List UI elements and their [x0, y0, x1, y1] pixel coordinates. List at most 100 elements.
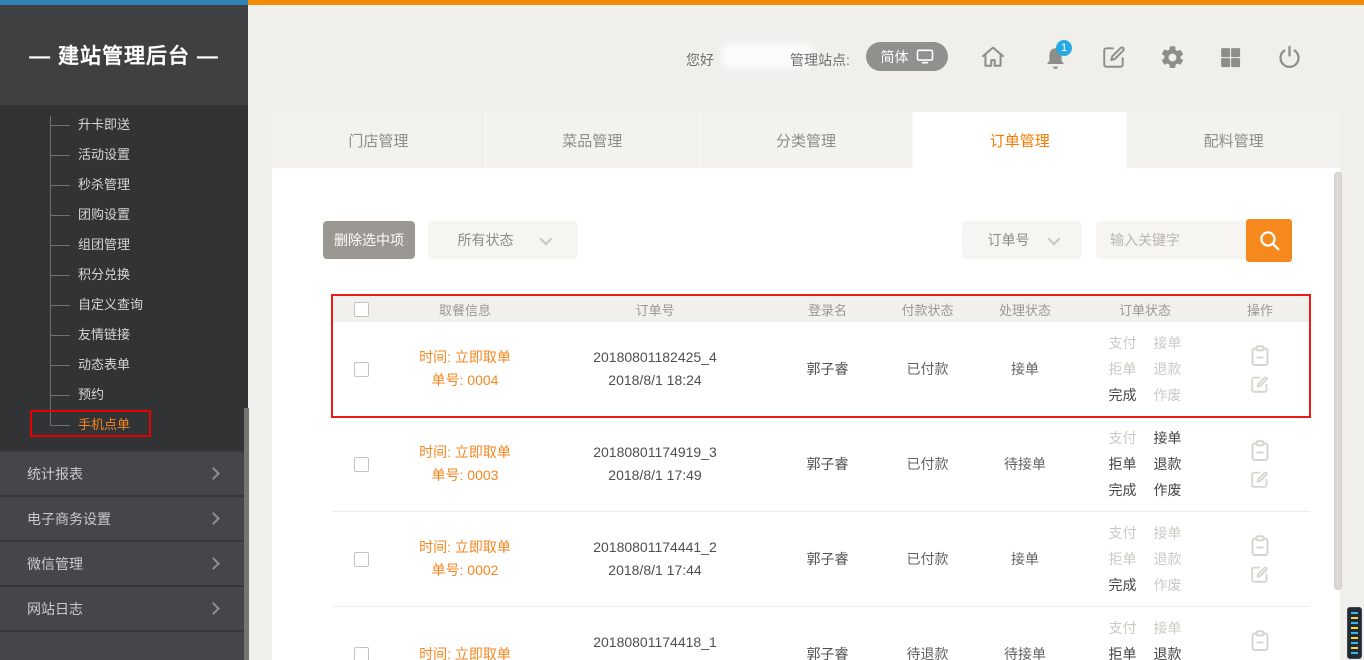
row-checkbox-cell: [332, 362, 390, 377]
language-pill[interactable]: 简体: [866, 42, 948, 71]
order-row-1: 时间: 立即取单单号: 000320180801174919_32018/8/1…: [332, 417, 1310, 512]
order-state-link-2: 拒单: [1109, 359, 1137, 379]
sidebar-item-0[interactable]: 升卡即送: [78, 110, 130, 140]
chevron-right-icon: [207, 557, 220, 570]
login-name: 郭子睿: [807, 549, 849, 569]
chevron-right-icon: [207, 512, 220, 525]
sidebar-item-2[interactable]: 秒杀管理: [78, 170, 130, 200]
order-state-link-0: 支付: [1109, 523, 1137, 543]
delete-selected-button[interactable]: 删除选中项: [323, 221, 415, 259]
sidebar-item-7[interactable]: 友情链接: [78, 320, 130, 350]
sidebar-section-0[interactable]: 统计报表: [0, 450, 248, 495]
section-label: 统计报表: [27, 464, 83, 484]
monitor-icon: [916, 49, 934, 64]
order-state-link-3: 退款: [1154, 549, 1182, 569]
order-state-link-1[interactable]: 接单: [1154, 428, 1182, 448]
clipboard-icon[interactable]: [1250, 345, 1270, 367]
order-states-cell: 支付接单拒单退款完成作废: [1080, 618, 1210, 660]
sidebar-item-9[interactable]: 预约: [78, 380, 104, 410]
main-scrollbar-thumb[interactable]: [1334, 172, 1342, 590]
login-name: 郭子睿: [807, 359, 849, 379]
pickup-info: 时间: 立即取单单号: 0002: [390, 536, 540, 582]
sidebar-section-3[interactable]: 网站日志: [0, 585, 248, 630]
chevron-right-icon: [207, 602, 220, 615]
login-name-cell: 郭子睿: [770, 644, 885, 660]
power-icon[interactable]: [1274, 42, 1304, 72]
apps-grid-icon[interactable]: [1215, 42, 1245, 72]
order-state-link-3[interactable]: 退款: [1154, 454, 1182, 474]
row-checkbox-cell: [332, 457, 390, 472]
order-states-cell: 支付接单拒单退款完成作废: [1080, 523, 1210, 595]
clipboard-icon[interactable]: [1250, 535, 1270, 557]
login-name: 郭子睿: [807, 454, 849, 474]
edit-icon[interactable]: [1250, 469, 1270, 489]
sidebar-item-5[interactable]: 积分兑换: [78, 260, 130, 290]
sidebar-sections: 统计报表电子商务设置微信管理网站日志: [0, 450, 248, 660]
operations: [1250, 630, 1270, 660]
payment-status-cell: 已付款: [885, 359, 970, 379]
order-state-link-1: 接单: [1154, 333, 1182, 353]
order-state-link-4[interactable]: 完成: [1109, 480, 1137, 500]
topbar-blue-strip: [0, 0, 248, 5]
row-checkbox[interactable]: [354, 457, 369, 472]
compose-icon[interactable]: [1099, 42, 1129, 72]
order-states-cell: 支付接单拒单退款完成作废: [1080, 333, 1210, 405]
header-cell-6: 操作: [1210, 300, 1310, 319]
clipboard-icon[interactable]: [1250, 440, 1270, 462]
tabs: 门店管理菜品管理分类管理订单管理配料管理: [272, 112, 1340, 168]
sidebar-menu: 升卡即送活动设置秒杀管理团购设置组团管理积分兑换自定义查询友情链接动态表单预约手…: [0, 110, 248, 440]
tab-1[interactable]: 菜品管理: [486, 112, 700, 168]
payment-status: 已付款: [907, 359, 949, 379]
section-label: 网站日志: [27, 599, 83, 619]
operations-cell: [1210, 345, 1310, 394]
capture-widget[interactable]: [1347, 607, 1362, 659]
order-row-0: 时间: 立即取单单号: 000420180801182425_42018/8/1…: [332, 322, 1310, 417]
pickup-time: 时间: 立即取单: [419, 346, 511, 369]
order-state-link-4[interactable]: 完成: [1109, 575, 1137, 595]
tab-3[interactable]: 订单管理: [913, 112, 1127, 168]
order-states-grid: 支付接单拒单退款完成作废: [1109, 333, 1182, 405]
header-cell-1: 订单号: [540, 300, 770, 319]
payment-status-cell: 已付款: [885, 454, 970, 474]
pickup-info: 时间: 立即取单单号: 0003: [390, 441, 540, 487]
status-filter-dropdown[interactable]: 所有状态: [428, 221, 578, 259]
tab-0[interactable]: 门店管理: [272, 112, 486, 168]
tab-4[interactable]: 配料管理: [1127, 112, 1340, 168]
order-state-link-4[interactable]: 完成: [1109, 385, 1137, 405]
order-state-link-2[interactable]: 拒单: [1109, 454, 1137, 474]
gear-icon[interactable]: [1157, 42, 1187, 72]
row-checkbox[interactable]: [354, 647, 369, 660]
order-state-link-3[interactable]: 退款: [1154, 644, 1182, 660]
search-button[interactable]: [1246, 219, 1292, 262]
sidebar-section-1[interactable]: 电子商务设置: [0, 495, 248, 540]
login-name-cell: 郭子睿: [770, 549, 885, 569]
select-all-checkbox[interactable]: [354, 302, 369, 317]
notification-badge: 1: [1056, 40, 1072, 56]
sidebar-item-6[interactable]: 自定义查询: [78, 290, 143, 320]
sidebar-item-3[interactable]: 团购设置: [78, 200, 130, 230]
sidebar-item-4[interactable]: 组团管理: [78, 230, 130, 260]
order-state-link-2[interactable]: 拒单: [1109, 644, 1137, 660]
status-filter-label: 所有状态: [458, 230, 514, 250]
tab-2[interactable]: 分类管理: [700, 112, 914, 168]
edit-icon[interactable]: [1250, 374, 1270, 394]
row-checkbox[interactable]: [354, 552, 369, 567]
search-type-dropdown[interactable]: 订单号: [962, 221, 1082, 259]
sidebar-section-2[interactable]: 微信管理: [0, 540, 248, 585]
sidebar-item-8[interactable]: 动态表单: [78, 350, 130, 380]
language-label: 简体: [881, 47, 909, 67]
home-icon[interactable]: [978, 42, 1008, 72]
sidebar-scrollbar-thumb[interactable]: [244, 408, 249, 660]
pickup-number: 单号: 0004: [432, 369, 499, 392]
edit-icon[interactable]: [1250, 564, 1270, 584]
sidebar-item-1[interactable]: 活动设置: [78, 140, 130, 170]
pickup-info: 时间: 立即取单: [390, 643, 540, 660]
order-time: 2018/8/1 17:44: [608, 559, 701, 582]
order-states-grid: 支付接单拒单退款完成作废: [1109, 618, 1182, 660]
row-checkbox[interactable]: [354, 362, 369, 377]
order-state-link-5[interactable]: 作废: [1154, 480, 1182, 500]
process-status: 接单: [1011, 549, 1039, 569]
payment-status: 已付款: [907, 454, 949, 474]
keyword-input[interactable]: [1096, 221, 1246, 259]
clipboard-icon[interactable]: [1250, 630, 1270, 652]
